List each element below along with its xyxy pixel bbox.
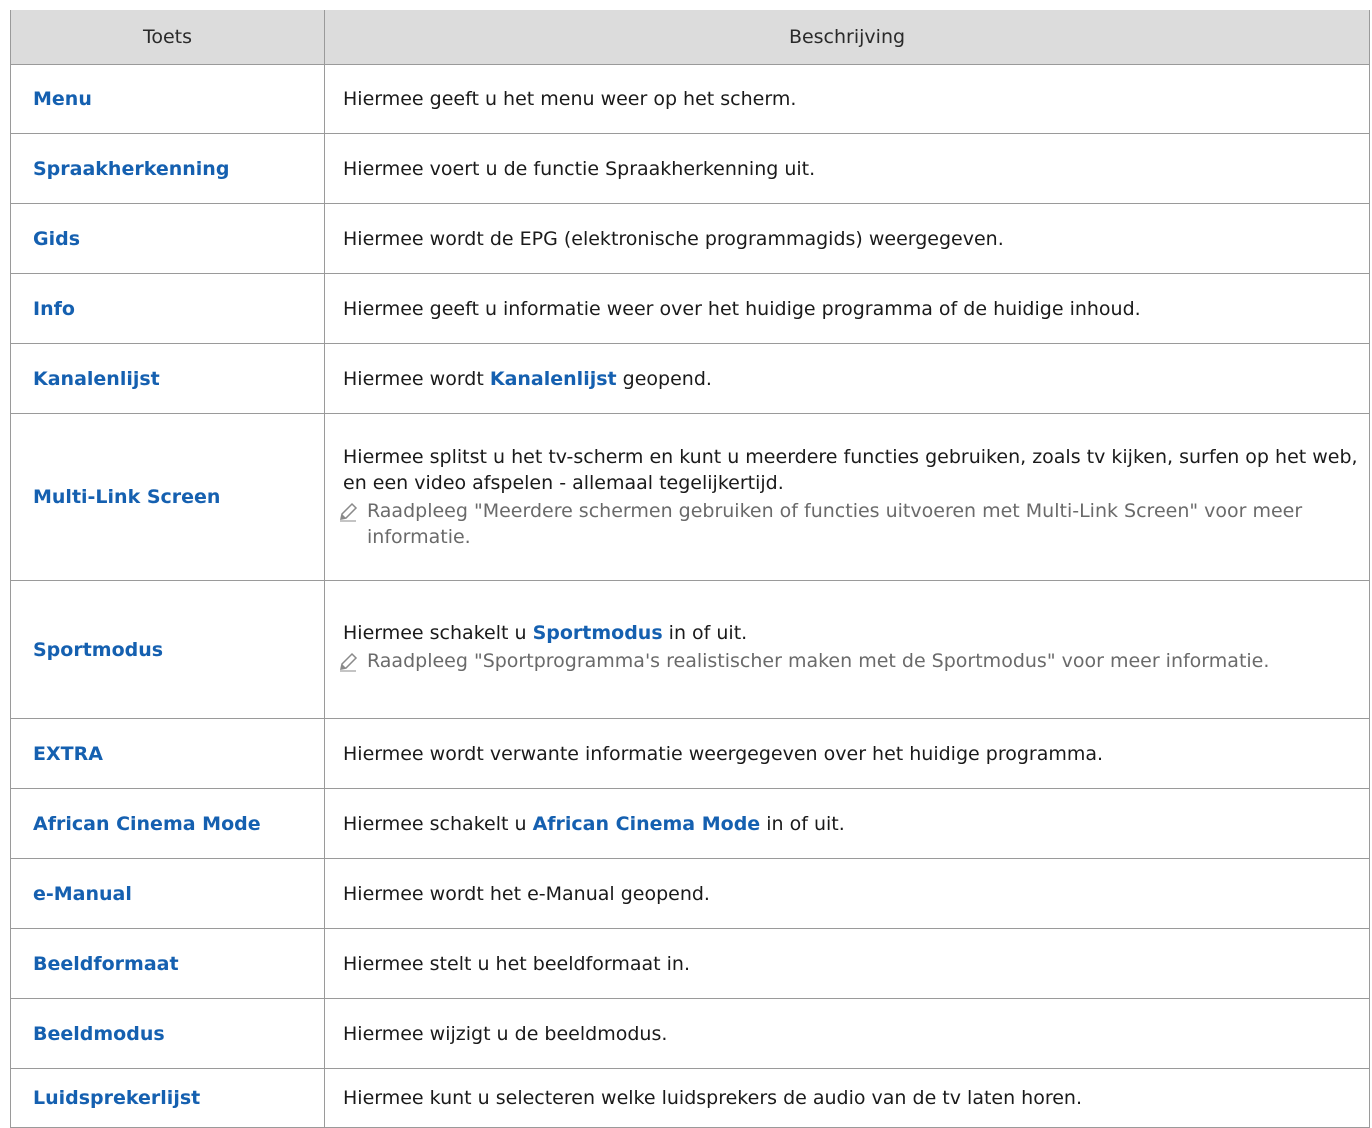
function-table-wrapper: Toets Beschrijving Menu Hiermee geeft u … bbox=[10, 10, 1370, 1128]
key-sportmodus: Sportmodus bbox=[10, 580, 325, 719]
highlight-kanalenlijst: Kanalenlijst bbox=[489, 367, 617, 390]
desc-text: geopend. bbox=[616, 367, 712, 390]
key-african-cinema-mode: African Cinema Mode bbox=[10, 788, 325, 859]
note: Raadpleeg "Sportprogramma's realistische… bbox=[340, 648, 1359, 680]
note-text: Raadpleeg "Sportprogramma's realistische… bbox=[367, 649, 1270, 672]
key-kanalenlijst: Kanalenlijst bbox=[10, 343, 325, 414]
desc-african-cinema-mode: Hiermee schakelt u African Cinema Mode i… bbox=[324, 788, 1370, 859]
pencil-icon bbox=[337, 648, 363, 680]
desc-sportmodus: Hiermee schakelt u Sportmodus in of uit.… bbox=[324, 580, 1370, 719]
desc-text: Hiermee wordt bbox=[343, 367, 490, 390]
desc-text: Hiermee schakelt u bbox=[343, 621, 533, 644]
key-multi-link-screen: Multi-Link Screen bbox=[10, 413, 325, 581]
note-text: Raadpleeg "Meerdere schermen gebruiken o… bbox=[367, 500, 1303, 548]
key-beeldformaat: Beeldformaat bbox=[10, 928, 325, 999]
desc-e-manual: Hiermee wordt het e-Manual geopend. bbox=[324, 858, 1370, 929]
highlight-sportmodus: Sportmodus bbox=[532, 621, 663, 644]
table-row: Luidsprekerlijst Hiermee kunt u selecter… bbox=[10, 1068, 1370, 1128]
table-row: Beeldformaat Hiermee stelt u het beeldfo… bbox=[10, 928, 1370, 999]
table-row: Spraakherkenning Hiermee voert u de func… bbox=[10, 133, 1370, 204]
note: Raadpleeg "Meerdere schermen gebruiken o… bbox=[340, 498, 1359, 550]
desc-multi-link-screen: Hiermee splitst u het tv-scherm en kunt … bbox=[324, 413, 1370, 581]
table-header-row: Toets Beschrijving bbox=[10, 10, 1370, 65]
desc-beeldmodus: Hiermee wijzigt u de beeldmodus. bbox=[324, 998, 1370, 1069]
table-row: e-Manual Hiermee wordt het e-Manual geop… bbox=[10, 858, 1370, 929]
desc-text: Hiermee schakelt u Sportmodus in of uit. bbox=[343, 620, 1359, 646]
key-extra: EXTRA bbox=[10, 718, 325, 789]
desc-kanalenlijst: Hiermee wordt Kanalenlijst geopend. bbox=[324, 343, 1370, 414]
desc-text: Hiermee splitst u het tv-scherm en kunt … bbox=[343, 446, 1358, 494]
header-description: Beschrijving bbox=[324, 10, 1370, 65]
desc-info: Hiermee geeft u informatie weer over het… bbox=[324, 273, 1370, 344]
desc-text: Hiermee schakelt u bbox=[343, 812, 533, 835]
function-table: Toets Beschrijving Menu Hiermee geeft u … bbox=[10, 10, 1370, 1128]
key-menu: Menu bbox=[10, 64, 325, 134]
desc-luidsprekerlijst: Hiermee kunt u selecteren welke luidspre… bbox=[324, 1068, 1370, 1128]
table-row: Beeldmodus Hiermee wijzigt u de beeldmod… bbox=[10, 998, 1370, 1069]
desc-spraakherkenning: Hiermee voert u de functie Spraakherkenn… bbox=[324, 133, 1370, 204]
key-beeldmodus: Beeldmodus bbox=[10, 998, 325, 1069]
key-e-manual: e-Manual bbox=[10, 858, 325, 929]
table-row: Sportmodus Hiermee schakelt u Sportmodus… bbox=[10, 580, 1370, 719]
key-spraakherkenning: Spraakherkenning bbox=[10, 133, 325, 204]
desc-extra: Hiermee wordt verwante informatie weerge… bbox=[324, 718, 1370, 789]
table-row: Kanalenlijst Hiermee wordt Kanalenlijst … bbox=[10, 343, 1370, 414]
pencil-icon bbox=[337, 498, 363, 530]
table-row: Gids Hiermee wordt de EPG (elektronische… bbox=[10, 203, 1370, 274]
table-row: Menu Hiermee geeft u het menu weer op he… bbox=[10, 64, 1370, 134]
key-gids: Gids bbox=[10, 203, 325, 274]
desc-menu: Hiermee geeft u het menu weer op het sch… bbox=[324, 64, 1370, 134]
desc-beeldformaat: Hiermee stelt u het beeldformaat in. bbox=[324, 928, 1370, 999]
table-row: Info Hiermee geeft u informatie weer ove… bbox=[10, 273, 1370, 344]
table-row: EXTRA Hiermee wordt verwante informatie … bbox=[10, 718, 1370, 789]
key-luidsprekerlijst: Luidsprekerlijst bbox=[10, 1068, 325, 1128]
desc-text: in of uit. bbox=[662, 621, 748, 644]
key-info: Info bbox=[10, 273, 325, 344]
table-row: Multi-Link Screen Hiermee splitst u het … bbox=[10, 413, 1370, 581]
table-row: African Cinema Mode Hiermee schakelt u A… bbox=[10, 788, 1370, 859]
desc-text: in of uit. bbox=[760, 812, 845, 835]
highlight-african-cinema-mode: African Cinema Mode bbox=[532, 812, 761, 835]
desc-gids: Hiermee wordt de EPG (elektronische prog… bbox=[324, 203, 1370, 274]
header-key: Toets bbox=[10, 10, 325, 65]
